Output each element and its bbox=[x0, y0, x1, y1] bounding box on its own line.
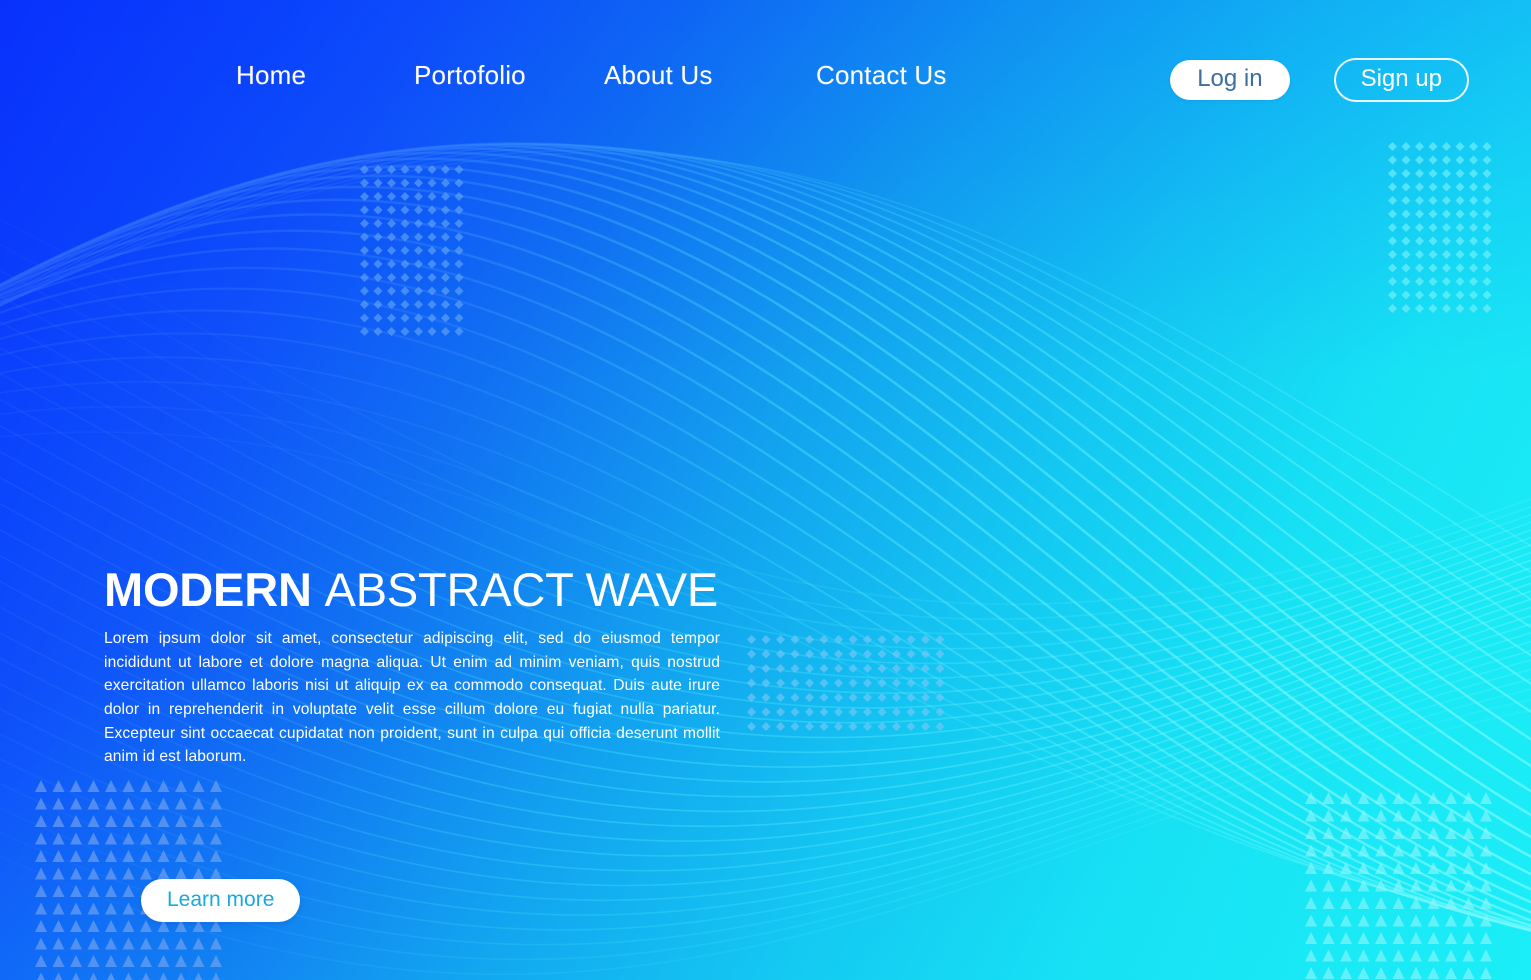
signup-button[interactable]: Sign up bbox=[1333, 58, 1469, 102]
navbar: Home Portofolio About Us Contact Us Log … bbox=[0, 0, 1531, 130]
triangle-pattern-bottom-right bbox=[1303, 790, 1494, 980]
learn-more-button[interactable]: Learn more bbox=[141, 879, 301, 922]
diamond-pattern-top-right bbox=[1386, 140, 1494, 315]
login-button[interactable]: Log in bbox=[1170, 60, 1290, 100]
nav-links: Home Portofolio About Us Contact Us bbox=[236, 60, 947, 91]
page-title: MODERN ABSTRACT WAVE bbox=[104, 566, 724, 613]
page-title-strong: MODERN bbox=[104, 563, 312, 616]
hero-description: Lorem ipsum dolor sit amet, consectetur … bbox=[104, 630, 720, 766]
page-title-light: ABSTRACT WAVE bbox=[324, 563, 719, 616]
diamond-pattern-top-left bbox=[358, 163, 466, 338]
nav-item-about-us[interactable]: About Us bbox=[604, 60, 816, 91]
nav-item-contact-us[interactable]: Contact Us bbox=[816, 60, 947, 91]
landing-page: Home Portofolio About Us Contact Us Log … bbox=[0, 0, 1531, 980]
hero-section: MODERN ABSTRACT WAVE Lorem ipsum dolor s… bbox=[104, 566, 724, 769]
diamond-pattern-center bbox=[745, 633, 947, 733]
nav-item-home[interactable]: Home bbox=[236, 60, 414, 91]
nav-actions: Log in Sign up bbox=[1170, 58, 1469, 102]
nav-item-portofolio[interactable]: Portofolio bbox=[414, 60, 604, 91]
abstract-wave-lines bbox=[0, 0, 1531, 980]
